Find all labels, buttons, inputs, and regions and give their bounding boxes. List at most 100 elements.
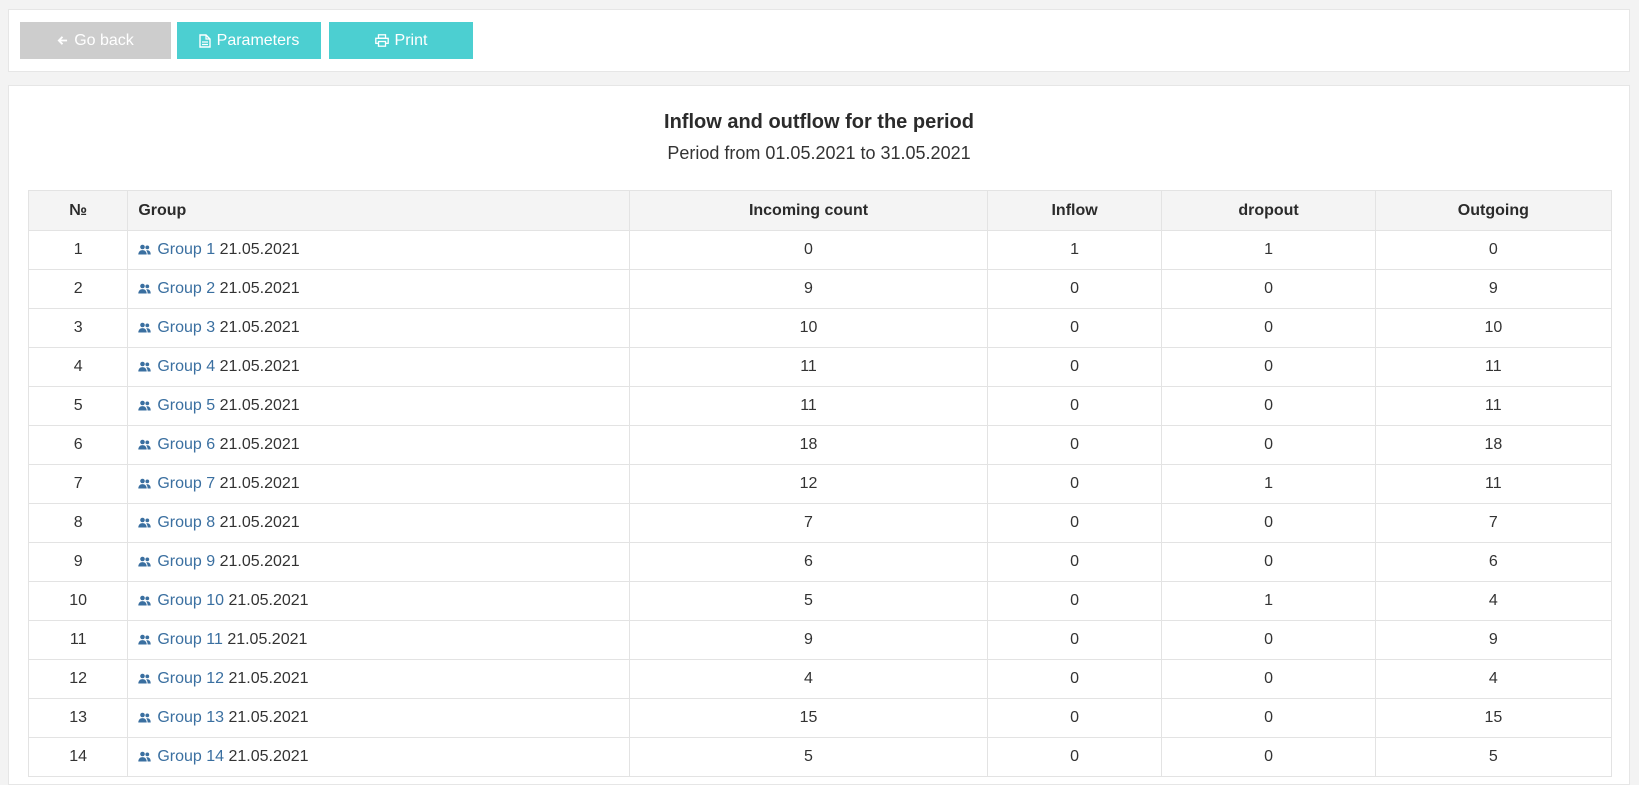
incoming-count-cell: 6 — [629, 542, 988, 582]
outgoing-cell: 18 — [1374, 425, 1613, 465]
outgoing-cell: 11 — [1374, 347, 1613, 387]
group-cell: Group 9 21.05.2021 — [127, 542, 631, 582]
group-date: 21.05.2021 — [228, 708, 309, 726]
inflow-cell: 0 — [986, 581, 1163, 621]
outgoing-cell: 15 — [1374, 698, 1613, 738]
users-icon — [138, 320, 152, 338]
dropout-cell: 0 — [1161, 659, 1376, 699]
inflow-cell: 0 — [986, 386, 1163, 426]
column-header-incoming[interactable]: Incoming count — [629, 190, 988, 231]
group-link[interactable]: Group 14 — [157, 748, 224, 765]
row-number: 8 — [27, 503, 129, 543]
column-header-outgoing[interactable]: Outgoing — [1374, 190, 1613, 231]
table-row: 11 Group 11 21.05.2021 9 0 0 9 — [27, 620, 1613, 660]
group-link[interactable]: Group 3 — [157, 319, 215, 336]
dropout-cell: 0 — [1161, 698, 1376, 738]
users-icon — [138, 281, 152, 299]
go-back-label: Go back — [74, 31, 134, 49]
group-link[interactable]: Group 8 — [157, 514, 215, 531]
group-date: 21.05.2021 — [219, 474, 300, 492]
dropout-cell: 1 — [1161, 581, 1376, 621]
group-link[interactable]: Group 7 — [157, 475, 215, 492]
print-button[interactable]: Print — [329, 22, 473, 59]
outgoing-cell: 10 — [1374, 308, 1613, 348]
row-number: 10 — [27, 581, 129, 621]
group-link[interactable]: Group 9 — [157, 553, 215, 570]
incoming-count-cell: 9 — [629, 620, 988, 660]
column-header-number[interactable]: № — [27, 190, 129, 231]
group-cell: Group 10 21.05.2021 — [127, 581, 631, 621]
report-title: Inflow and outflow for the period — [664, 111, 974, 133]
group-date: 21.05.2021 — [228, 747, 309, 765]
outgoing-cell: 7 — [1374, 503, 1613, 543]
arrow-left-icon — [57, 35, 68, 46]
group-date: 21.05.2021 — [219, 240, 300, 258]
users-icon — [138, 632, 152, 650]
users-icon — [138, 554, 152, 572]
group-link[interactable]: Group 11 — [157, 631, 223, 648]
outgoing-cell: 0 — [1374, 230, 1613, 270]
dropout-cell: 0 — [1161, 503, 1376, 543]
inflow-cell: 0 — [986, 542, 1163, 582]
document-icon — [198, 33, 211, 48]
group-cell: Group 5 21.05.2021 — [127, 386, 631, 426]
incoming-count-cell: 9 — [629, 269, 988, 309]
parameters-button[interactable]: Parameters — [177, 22, 321, 59]
dropout-cell: 0 — [1161, 542, 1376, 582]
group-cell: Group 6 21.05.2021 — [127, 425, 631, 465]
group-date: 21.05.2021 — [219, 357, 300, 375]
column-header-group[interactable]: Group — [127, 190, 631, 231]
group-link[interactable]: Group 4 — [157, 358, 215, 375]
inflow-cell: 0 — [986, 425, 1163, 465]
incoming-count-cell: 18 — [629, 425, 988, 465]
outgoing-cell: 6 — [1374, 542, 1613, 582]
column-header-inflow[interactable]: Inflow — [986, 190, 1163, 231]
group-cell: Group 1 21.05.2021 — [127, 230, 631, 270]
group-date: 21.05.2021 — [219, 435, 300, 453]
table-row: 14 Group 14 21.05.2021 5 0 0 5 — [27, 737, 1613, 777]
row-number: 5 — [27, 386, 129, 426]
incoming-count-cell: 7 — [629, 503, 988, 543]
dropout-cell: 0 — [1161, 347, 1376, 387]
group-link[interactable]: Group 6 — [157, 436, 215, 453]
column-header-dropout[interactable]: dropout — [1161, 190, 1376, 231]
group-link[interactable]: Group 2 — [157, 280, 215, 297]
users-icon — [138, 671, 152, 689]
users-icon — [138, 749, 152, 767]
table-row: 12 Group 12 21.05.2021 4 0 0 4 — [27, 659, 1613, 699]
group-link[interactable]: Group 12 — [157, 670, 224, 687]
report-panel: Inflow and outflow for the period Period… — [8, 85, 1630, 785]
group-cell: Group 3 21.05.2021 — [127, 308, 631, 348]
row-number: 12 — [27, 659, 129, 699]
group-date: 21.05.2021 — [228, 591, 309, 609]
parameters-label: Parameters — [216, 31, 300, 49]
group-link[interactable]: Group 1 — [157, 241, 215, 258]
row-number: 13 — [27, 698, 129, 738]
incoming-count-cell: 0 — [629, 230, 988, 270]
users-icon — [138, 515, 152, 533]
group-cell: Group 13 21.05.2021 — [127, 698, 631, 738]
row-number: 14 — [27, 737, 129, 777]
incoming-count-cell: 12 — [629, 464, 988, 504]
inflow-cell: 0 — [986, 464, 1163, 504]
report-period: Period from 01.05.2021 to 31.05.2021 — [667, 143, 971, 163]
table-row: 10 Group 10 21.05.2021 5 0 1 4 — [27, 581, 1613, 621]
group-link[interactable]: Group 13 — [157, 709, 224, 726]
incoming-count-cell: 5 — [629, 737, 988, 777]
dropout-cell: 0 — [1161, 620, 1376, 660]
dropout-cell: 0 — [1161, 737, 1376, 777]
print-label: Print — [394, 31, 428, 49]
group-date: 21.05.2021 — [219, 318, 300, 336]
go-back-button[interactable]: Go back — [20, 22, 171, 59]
group-cell: Group 14 21.05.2021 — [127, 737, 631, 777]
group-link[interactable]: Group 5 — [157, 397, 215, 414]
dropout-cell: 0 — [1161, 269, 1376, 309]
outgoing-cell: 11 — [1374, 464, 1613, 504]
group-cell: Group 4 21.05.2021 — [127, 347, 631, 387]
group-cell: Group 12 21.05.2021 — [127, 659, 631, 699]
group-link[interactable]: Group 10 — [157, 592, 224, 609]
row-number: 11 — [27, 620, 129, 660]
inflow-cell: 0 — [986, 308, 1163, 348]
group-cell: Group 11 21.05.2021 — [127, 620, 631, 660]
outgoing-cell: 11 — [1374, 386, 1613, 426]
